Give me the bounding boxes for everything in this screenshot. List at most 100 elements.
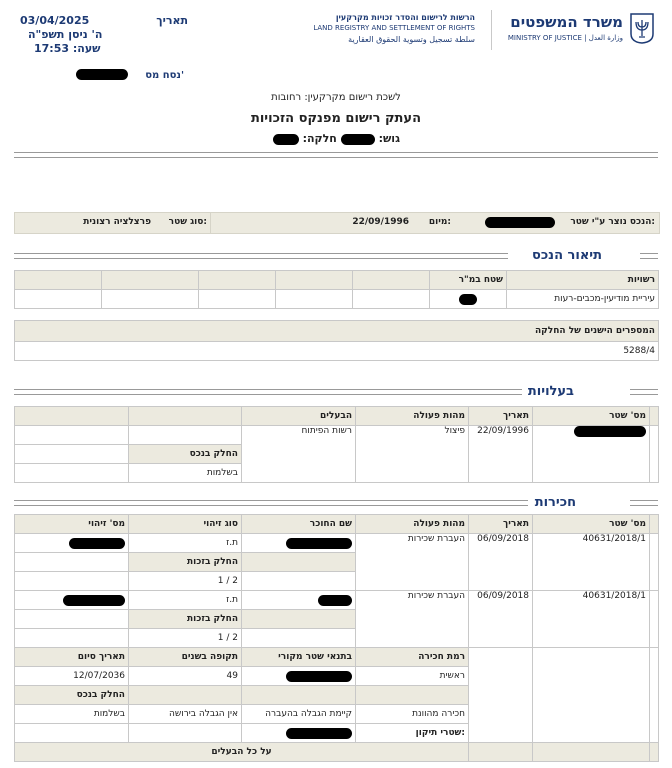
redacted-lessee [286,537,352,549]
redacted-deed [574,426,646,437]
col-original-terms: בתנאי שטר מקורי [241,647,356,667]
leases-table: מס' זיהוי סוג זיהוי שם החוכר מהות פעולה … [14,514,659,762]
deed-cell [532,425,650,483]
ownership-rule-right [630,389,658,395]
col-authorities: רשויות [506,270,659,290]
gush-helka-line: גוש: חלקה: [270,132,400,145]
lease-action-cell: העברת שכירות [355,590,469,648]
right-share-value: 1 / 2 [128,628,242,648]
asset-desc-title: תיאור הנכס [531,248,602,263]
gush-label: גוש: [378,132,400,145]
col-action: מהות פעולה [355,406,469,426]
asset-share-label: החלק בנכס [14,685,129,705]
fix-deeds-label: שטרי תיקון: [355,723,469,743]
redacted-id [63,594,125,606]
col-end-date: תאריך סיום [14,647,129,667]
lease-date-cell: 06/09/2018 [468,533,533,591]
leases-rule-right [630,500,658,506]
authority-block: הרשות לרישום והסדר זכויות מקרקעין LAND R… [300,12,475,45]
all-owners-cell: על כל הבעלים [14,742,469,762]
action-cell: פיצול [355,425,469,483]
id-type-cell: ת.ז [128,533,242,553]
menorah-emblem-icon [630,13,654,44]
fix-deeds-cell [241,723,356,743]
deed-type-label: סוג שטר: [168,217,207,227]
col-lessee: שם החוכר [241,514,356,534]
old-numbers-title: המספרים הישנים של החלקה [14,320,659,342]
ownership-title: בעלויות [527,384,574,399]
lease-action-cell: העברת שכירות [355,533,469,591]
col-date: תאריך [468,406,533,426]
lease-date-cell: 06/09/2018 [468,590,533,648]
date-value: 03/04/2025 [20,14,90,27]
id-number-cell [14,533,129,553]
ownership-rule [14,389,522,395]
col-deed: מס' שטר [532,406,650,426]
authorities-cell: עיריית מודיעין-מכבים-רעות [506,289,659,309]
redacted-deed-number [485,217,555,228]
office-line: לשכת רישום מקרקעין: רחובות [271,92,401,103]
col-lease-level: רמת חכירה [355,647,469,667]
time-label: שעה: [72,42,101,55]
asset-table: שטח במ"ר רשויות עיריית מודיעין-מכבים-רעו… [14,270,659,309]
asset-desc-rule [14,253,508,259]
right-share-value: 1 / 2 [128,571,242,591]
owner-cell: רשות הפיתוח [241,425,356,483]
col-owners: הבעלים [241,406,356,426]
helka-label: חלקה: [302,132,337,145]
transfer-limit: קיימת הגבלה בהעברה [241,704,356,724]
asset-desc-rule-right [640,253,658,259]
col-area: שטח במ"ר [429,270,507,290]
authority-ar: سلطة تسجيل وتسوية الحقوق العقارية [348,35,475,44]
right-share-label: החלק בזכות [128,552,242,572]
id-number-cell [14,590,129,610]
leases-rule [14,500,528,506]
ministry-name: משרד המשפטים [510,13,623,31]
col-id-type: סוג זיהוי [128,514,242,534]
version-label: נסח מס' [145,69,184,81]
share-value: בשלמות [128,463,242,483]
time-row: שעה: 17:53 [20,42,188,56]
deed-date: 22/09/1996 [352,217,409,227]
header-separator [491,10,492,50]
header-date-block: 03/04/2025 תאריך ה' ניסן תשפ"ה שעה: 17:53 [20,14,188,56]
col-years: תקופה בשנים [128,647,242,667]
lease-deed-cell: 40631/2018/1 [532,533,650,591]
authority-en: LAND REGISTRY AND SETTLEMENT OF RIGHTS [313,24,475,32]
asset-share-value: בשלמות [14,704,129,724]
share-label: החלק בנכס [128,444,242,464]
date-label: תאריך [156,14,188,27]
redacted-original-deed [286,670,352,682]
original-terms-cell [241,666,356,686]
deed-type-value: פרצלציה רצונית [83,217,151,227]
redacted-id [69,537,125,549]
redacted-version [75,69,128,80]
date-cell: 22/09/1996 [468,425,533,483]
hebrew-date: ה' ניסן תשפ"ה [28,28,103,41]
old-numbers-table: המספרים הישנים של החלקה 5288/4 [14,320,659,361]
ministry-logo: משרד המשפטים MINISTRY OF JUSTICE | وزارة… [505,12,655,46]
page-title: העתק רישום מפנקס הזכויות [250,111,422,126]
redacted-area [459,293,477,305]
area-cell [429,289,507,309]
ownership-table: הבעלים מהות פעולה תאריך מס' שטר רשות הפי… [14,406,659,483]
lease-deed-cell: 40631/2018/1 [532,590,650,648]
col-lease-deed: מס' שטר [532,514,650,534]
time-value: 17:53 [34,42,70,55]
ministry-sub: MINISTRY OF JUSTICE | وزارة العدل [507,34,623,42]
end-date-cell: 12/07/2036 [14,666,129,686]
bar-divider [210,213,211,233]
col-lease-action: מהות פעולה [355,514,469,534]
redacted-helka [272,133,299,145]
years-cell: 49 [128,666,242,686]
col-lease-date: תאריך [468,514,533,534]
version-row: נסח מס' [75,69,184,81]
asset-created-label: הנכס נוצר ע"י שטר: [570,217,655,227]
col-id-number: מס' זיהוי [14,514,129,534]
lease-type: חכירה מהוונת [355,704,469,724]
redacted-gush [340,133,375,145]
old-numbers-value: 5288/4 [14,341,659,361]
from-label: מיום: [428,217,451,227]
lessee-cell [241,590,356,610]
id-type-cell: ת.ז [128,590,242,610]
